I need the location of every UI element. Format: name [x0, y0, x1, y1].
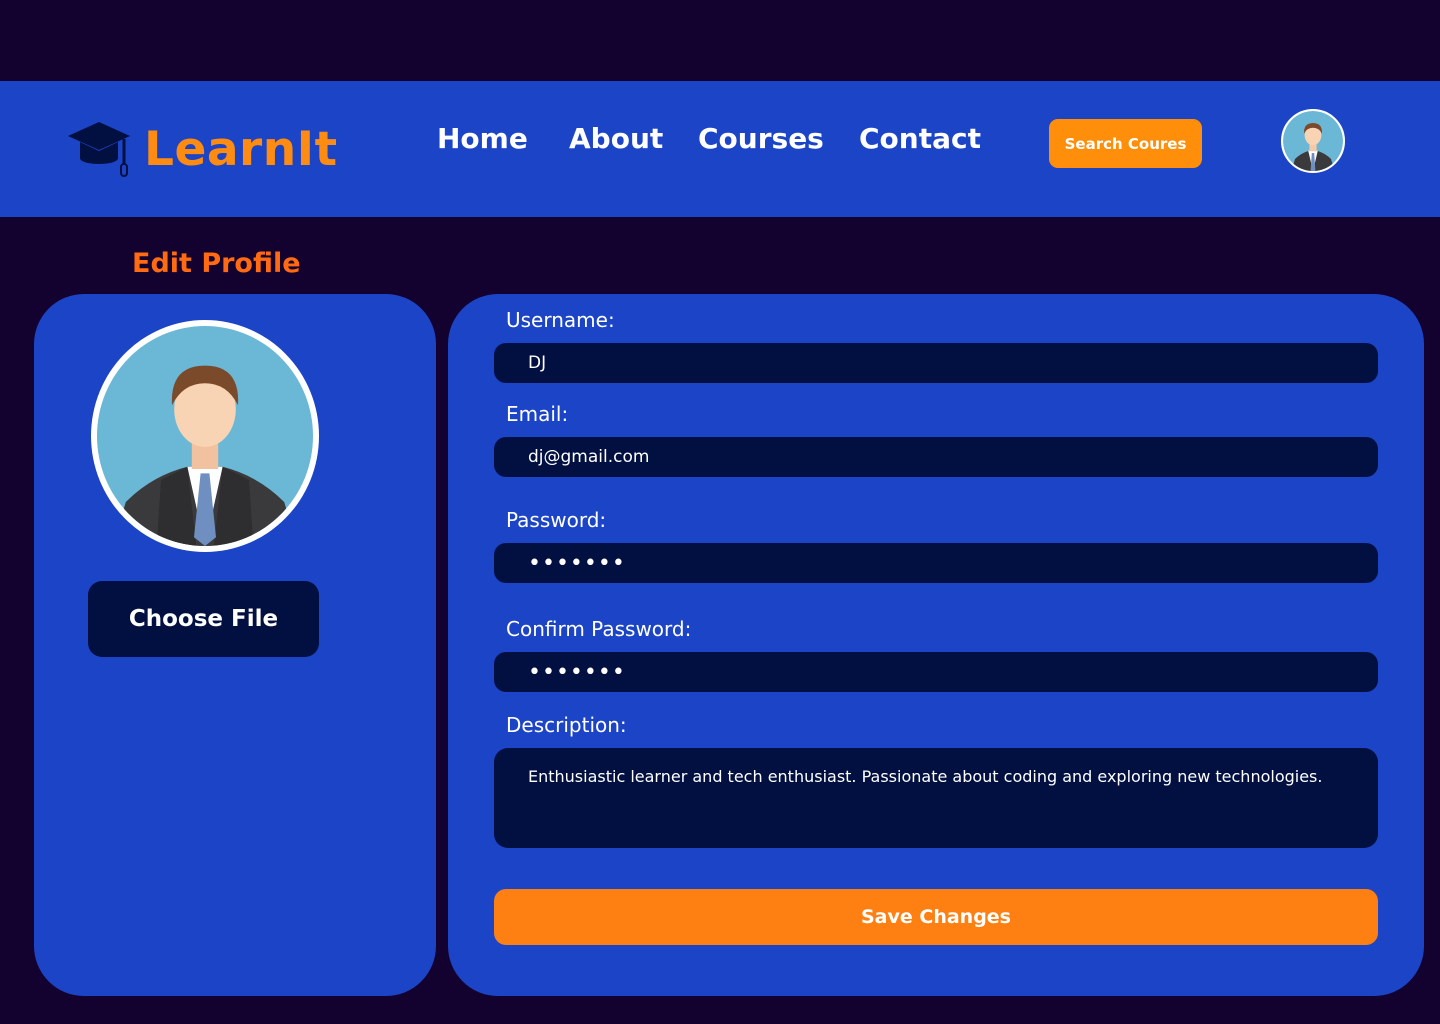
email-label: Email:	[506, 402, 569, 426]
description-textarea[interactable]: Enthusiastic learner and tech enthusiast…	[494, 748, 1378, 848]
page-title: Edit Profile	[132, 248, 301, 279]
user-avatar[interactable]	[1281, 109, 1345, 173]
choose-file-button[interactable]: Choose File	[88, 581, 319, 657]
brand-logo[interactable]: LearnIt	[66, 117, 338, 181]
nav-link-courses[interactable]: Courses	[698, 121, 824, 157]
password-input[interactable]	[494, 543, 1378, 583]
graduation-cap-icon	[68, 122, 130, 177]
nav-link-contact[interactable]: Contact	[859, 121, 981, 157]
email-input[interactable]	[494, 437, 1378, 477]
search-courses-button[interactable]: Search Coures	[1049, 119, 1202, 168]
description-label: Description:	[506, 713, 627, 737]
password-label: Password:	[506, 508, 607, 532]
user-avatar-icon	[1283, 111, 1343, 171]
save-changes-button[interactable]: Save Changes	[494, 889, 1378, 945]
profile-photo-panel: Choose File	[34, 294, 436, 996]
user-avatar-icon	[97, 326, 313, 546]
username-label: Username:	[506, 308, 615, 332]
brand-name: LearnIt	[144, 121, 338, 177]
username-input[interactable]	[494, 343, 1378, 383]
confirm-password-input[interactable]	[494, 652, 1378, 692]
profile-avatar	[91, 320, 319, 552]
top-navbar: LearnIt Home About Courses Contact Searc…	[0, 81, 1440, 217]
confirm-password-label: Confirm Password:	[506, 617, 692, 641]
nav-link-home[interactable]: Home	[437, 121, 528, 157]
nav-link-about[interactable]: About	[569, 121, 663, 157]
profile-form-panel: Username: Email: Password: Confirm Passw…	[448, 294, 1424, 996]
